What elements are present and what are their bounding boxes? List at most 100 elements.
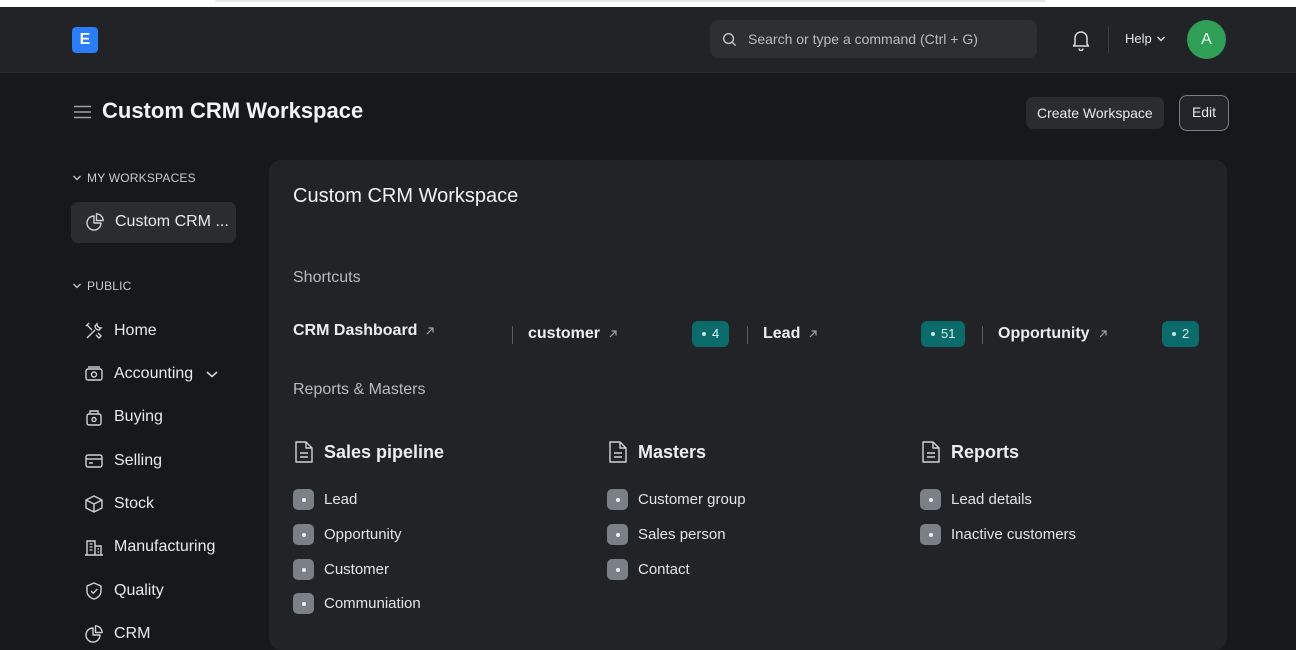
- bullet-icon: [607, 559, 628, 580]
- link-inactive-customers[interactable]: Inactive customers: [920, 524, 1076, 545]
- avatar[interactable]: A: [1187, 20, 1226, 59]
- shortcut-divider: [512, 326, 513, 344]
- shortcut-label: Lead: [763, 325, 801, 342]
- link-customer[interactable]: Customer: [293, 559, 389, 580]
- link-label: Lead: [324, 491, 358, 508]
- chevron-down-icon: [1156, 36, 1165, 41]
- card-title-label: Masters: [638, 441, 707, 462]
- sidebar-item-manufacturing[interactable]: Manufacturing: [84, 537, 215, 557]
- shortcut-crm-dashboard[interactable]: CRM Dashboard: [293, 322, 435, 340]
- chevron-down-icon: [73, 175, 81, 181]
- shortcut-customer[interactable]: customer: [528, 325, 618, 343]
- sidebar-item-custom-crm[interactable]: Custom CRM ...: [85, 212, 229, 232]
- bullet-icon: [920, 489, 941, 510]
- tools-icon: [85, 322, 103, 339]
- card-reports-title: Reports: [920, 440, 1019, 464]
- card-title-label: Sales pipeline: [324, 441, 445, 462]
- sidebar-item-label: Buying: [114, 408, 163, 425]
- shortcut-count-badge: 2: [1162, 321, 1200, 347]
- shortcut-lead[interactable]: Lead: [763, 325, 818, 343]
- shortcuts-heading: Shortcuts: [293, 269, 361, 286]
- sidebar-item-stock[interactable]: Stock: [84, 494, 154, 514]
- link-label: Inactive customers: [951, 526, 1077, 543]
- sidebar-item-label: Accounting: [114, 365, 194, 382]
- badge-count: 51: [941, 326, 956, 341]
- link-opportunity[interactable]: Opportunity: [293, 524, 402, 545]
- reports-masters-heading: Reports & Masters: [293, 381, 426, 398]
- bullet-icon: [293, 593, 314, 614]
- card-masters-title: Masters: [607, 440, 706, 464]
- money-icon: [85, 366, 103, 381]
- badge-dot: [931, 332, 935, 336]
- link-lead[interactable]: Lead: [293, 489, 357, 510]
- public-label: PUBLIC: [87, 279, 132, 293]
- bullet-icon: [293, 524, 314, 545]
- shortcut-count-badge: 51: [921, 321, 966, 347]
- shortcut-label: Opportunity: [998, 325, 1090, 342]
- pie-chart-icon: [85, 625, 103, 643]
- search-icon: [722, 32, 737, 47]
- bullet-icon: [293, 559, 314, 580]
- shortcut-opportunity[interactable]: Opportunity: [998, 325, 1108, 343]
- public-section-toggle[interactable]: PUBLIC: [72, 279, 132, 293]
- create-workspace-button[interactable]: Create Workspace: [1026, 97, 1164, 129]
- sidebar-item-label: Stock: [114, 495, 155, 512]
- arrow-up-right-icon: [609, 330, 617, 338]
- navbar: E Help A: [0, 7, 1296, 73]
- sidebar-item-selling[interactable]: Selling: [84, 451, 162, 471]
- app-logo[interactable]: E: [72, 27, 98, 53]
- badge-dot: [1172, 332, 1176, 336]
- sidebar-item-label: Custom CRM ...: [115, 213, 229, 230]
- sidebar-item-label: Quality: [114, 582, 164, 599]
- bullet-icon: [607, 489, 628, 510]
- card-sales-pipeline-title: Sales pipeline: [293, 440, 444, 464]
- sidebar-item-buying[interactable]: Buying: [84, 407, 163, 427]
- my-workspaces-section-toggle[interactable]: MY WORKSPACES: [72, 171, 196, 185]
- workspace-title: Custom CRM Workspace: [293, 185, 519, 207]
- sidebar-item-quality[interactable]: Quality: [84, 581, 164, 601]
- link-label: Lead details: [951, 491, 1032, 508]
- link-sales-person[interactable]: Sales person: [607, 524, 726, 545]
- help-label: Help: [1125, 31, 1152, 46]
- link-contact[interactable]: Contact: [607, 559, 690, 580]
- shortcut-count-badge: 4: [692, 321, 730, 347]
- chevron-down-icon: [73, 283, 81, 289]
- link-customer-group[interactable]: Customer group: [607, 489, 746, 510]
- link-label: Customer: [324, 561, 390, 578]
- shortcut-label: customer: [528, 325, 601, 342]
- shortcut-divider: [982, 326, 983, 344]
- sidebar-item-home[interactable]: Home: [84, 321, 157, 341]
- shortcut-label: CRM Dashboard: [293, 322, 418, 339]
- arrow-up-right-icon: [1099, 330, 1107, 338]
- link-communiation[interactable]: Communiation: [293, 593, 421, 614]
- sidebar-item-crm[interactable]: CRM: [84, 624, 150, 644]
- chevron-down-icon[interactable]: [205, 369, 219, 379]
- card-icon: [85, 454, 103, 468]
- link-label: Sales person: [638, 526, 726, 543]
- arrow-up-right-icon: [809, 330, 817, 338]
- link-lead-details[interactable]: Lead details: [920, 489, 1032, 510]
- workspace-panel: Custom CRM Workspace Shortcuts CRM Dashb…: [269, 160, 1227, 650]
- help-dropdown[interactable]: Help: [1125, 31, 1166, 46]
- document-icon: [609, 441, 627, 463]
- search-bar[interactable]: [710, 20, 1037, 58]
- sidebar-toggle-icon[interactable]: [74, 105, 91, 119]
- link-label: Contact: [638, 561, 690, 578]
- badge-count: 2: [1182, 326, 1190, 341]
- card-title-label: Reports: [951, 441, 1020, 462]
- edit-button[interactable]: Edit: [1179, 95, 1229, 131]
- search-input[interactable]: [748, 20, 1028, 58]
- badge-dot: [702, 332, 706, 336]
- document-icon: [295, 441, 313, 463]
- navbar-divider: [1108, 26, 1109, 53]
- shortcut-divider: [747, 326, 748, 344]
- sidebar-item-label: CRM: [114, 625, 151, 642]
- sidebar-item-label: Manufacturing: [114, 538, 216, 555]
- notification-bell-icon[interactable]: [1071, 29, 1091, 51]
- sidebar-item-label: Home: [114, 322, 157, 339]
- sidebar-item-accounting[interactable]: Accounting: [84, 364, 219, 384]
- arrow-up-right-icon: [427, 327, 435, 335]
- bullet-icon: [293, 489, 314, 510]
- building-icon: [85, 540, 103, 556]
- my-workspaces-label: MY WORKSPACES: [87, 171, 196, 185]
